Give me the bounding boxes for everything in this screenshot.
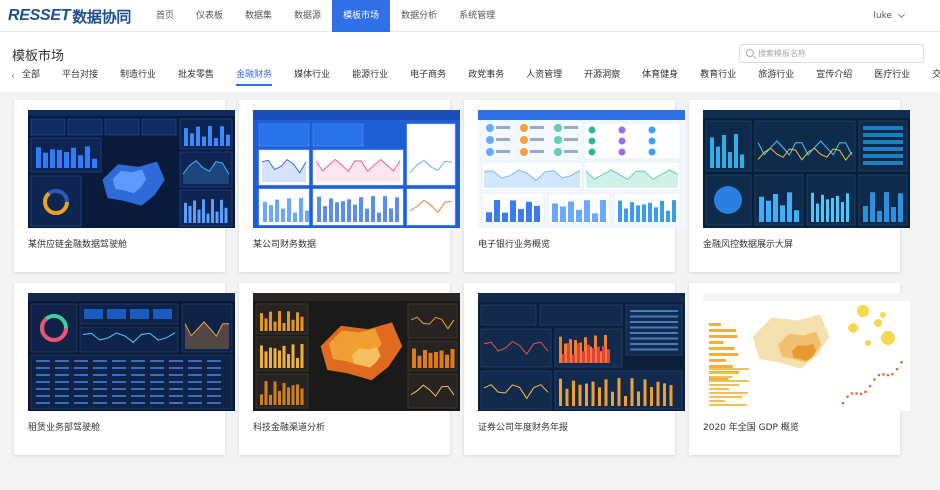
template-card[interactable]: 2020 年全国 GDP 概览 <box>689 283 910 455</box>
template-thumbnail[interactable] <box>28 110 235 228</box>
nav-item[interactable]: 数据分析 <box>390 0 448 32</box>
logo-subtitle: 数据协同 <box>72 8 132 26</box>
template-card[interactable]: 某公司财务数据 <box>239 100 460 272</box>
category-tab[interactable]: 媒体行业 <box>294 66 330 86</box>
template-title: 证券公司年度财务年报 <box>478 423 569 433</box>
category-tab[interactable]: 政党事务 <box>468 66 504 86</box>
template-card[interactable]: 某供应链金融数据驾驶舱 <box>14 100 235 272</box>
thumbnail-preview <box>28 110 235 228</box>
chevron-down-icon <box>897 10 906 19</box>
category-tab[interactable]: 全部 <box>22 66 40 86</box>
category-tab[interactable]: 金融财务 <box>236 66 273 86</box>
template-title: 某供应链金融数据驾驶舱 <box>28 240 128 250</box>
category-tab[interactable]: 制造行业 <box>120 66 156 86</box>
top-bar: RESSET 数据协同 首页 仪表板 数据集 数据源 模板市场 数据分析 系统管理 luke <box>0 0 940 32</box>
category-tab[interactable]: 电子商务 <box>410 66 446 86</box>
search-icon <box>746 49 754 57</box>
category-list: 全部 平台对接 制造行业 批发零售 金融财务 媒体行业 能源行业 电子商务 政党事务 人资管理 开源… <box>22 66 940 86</box>
thumbnail-preview <box>478 293 685 411</box>
page-header: 模板市场 ‹ 全部 平台对接 制造行业 批发零售 金融财务 媒体行业 能源行业 电子商务 政党事… <box>0 32 940 92</box>
template-search[interactable] <box>739 44 924 63</box>
category-tab[interactable]: 宣传介绍 <box>816 66 852 86</box>
category-tab[interactable]: 交通运 <box>932 66 940 86</box>
thumbnail-preview <box>28 293 235 411</box>
page-title: 模板市场 <box>12 49 65 64</box>
category-tabs: ‹ 全部 平台对接 制造行业 批发零售 金融财务 媒体行业 能源行业 电子商务 政党事务 人资管理… <box>0 66 940 88</box>
main-nav: 首页 仪表板 数据集 数据源 模板市场 数据分析 系统管理 <box>145 0 506 32</box>
template-thumbnail[interactable] <box>703 110 910 228</box>
category-tab[interactable]: 体育健身 <box>642 66 678 86</box>
nav-item[interactable]: 系统管理 <box>448 0 506 32</box>
nav-item[interactable]: 首页 <box>145 0 185 32</box>
template-thumbnail[interactable] <box>478 293 685 411</box>
nav-item[interactable]: 数据源 <box>283 0 332 32</box>
template-thumbnail[interactable] <box>253 110 460 228</box>
thumbnail-preview <box>703 110 910 228</box>
nav-item[interactable]: 模板市场 <box>332 0 391 32</box>
user-name: luke <box>873 11 892 21</box>
template-title: 科技金融渠道分析 <box>253 423 326 433</box>
user-menu[interactable]: luke <box>873 0 906 32</box>
category-tab[interactable]: 旅游行业 <box>758 66 794 86</box>
template-title: 租赁业务部驾驶舱 <box>28 423 101 433</box>
template-title: 金融风控数据展示大屏 <box>703 240 794 250</box>
logo-brand: RESSET <box>8 7 71 24</box>
category-tab[interactable]: 开源洞察 <box>584 66 620 86</box>
template-thumbnail[interactable] <box>253 293 460 411</box>
thumbnail-preview <box>478 110 685 228</box>
thumbnail-preview <box>253 110 460 228</box>
nav-item[interactable]: 数据集 <box>234 0 283 32</box>
category-tab[interactable]: 平台对接 <box>62 66 98 86</box>
category-tab[interactable]: 人资管理 <box>526 66 562 86</box>
template-thumbnail[interactable] <box>478 110 685 228</box>
template-card[interactable]: 科技金融渠道分析 <box>239 283 460 455</box>
category-tab[interactable]: 教育行业 <box>700 66 736 86</box>
template-title: 2020 年全国 GDP 概览 <box>703 423 799 433</box>
thumbnail-preview <box>703 293 910 411</box>
template-thumbnail[interactable] <box>28 293 235 411</box>
search-input[interactable] <box>758 46 918 61</box>
app-logo[interactable]: RESSET 数据协同 <box>8 6 131 26</box>
template-card[interactable]: 租赁业务部驾驶舱 <box>14 283 235 455</box>
chevron-left-icon[interactable]: ‹ <box>11 71 15 82</box>
thumbnail-preview <box>253 293 460 411</box>
nav-item[interactable]: 仪表板 <box>185 0 234 32</box>
category-tab[interactable]: 批发零售 <box>178 66 214 86</box>
template-card[interactable]: 金融风控数据展示大屏 <box>689 100 910 272</box>
template-title: 某公司财务数据 <box>253 240 317 250</box>
template-thumbnail[interactable] <box>703 293 910 411</box>
category-tab[interactable]: 能源行业 <box>352 66 388 86</box>
category-tab[interactable]: 医疗行业 <box>874 66 910 86</box>
template-title: 电子银行业务概览 <box>478 240 551 250</box>
template-card[interactable]: 电子银行业务概览 <box>464 100 685 272</box>
template-card[interactable]: 证券公司年度财务年报 <box>464 283 685 455</box>
